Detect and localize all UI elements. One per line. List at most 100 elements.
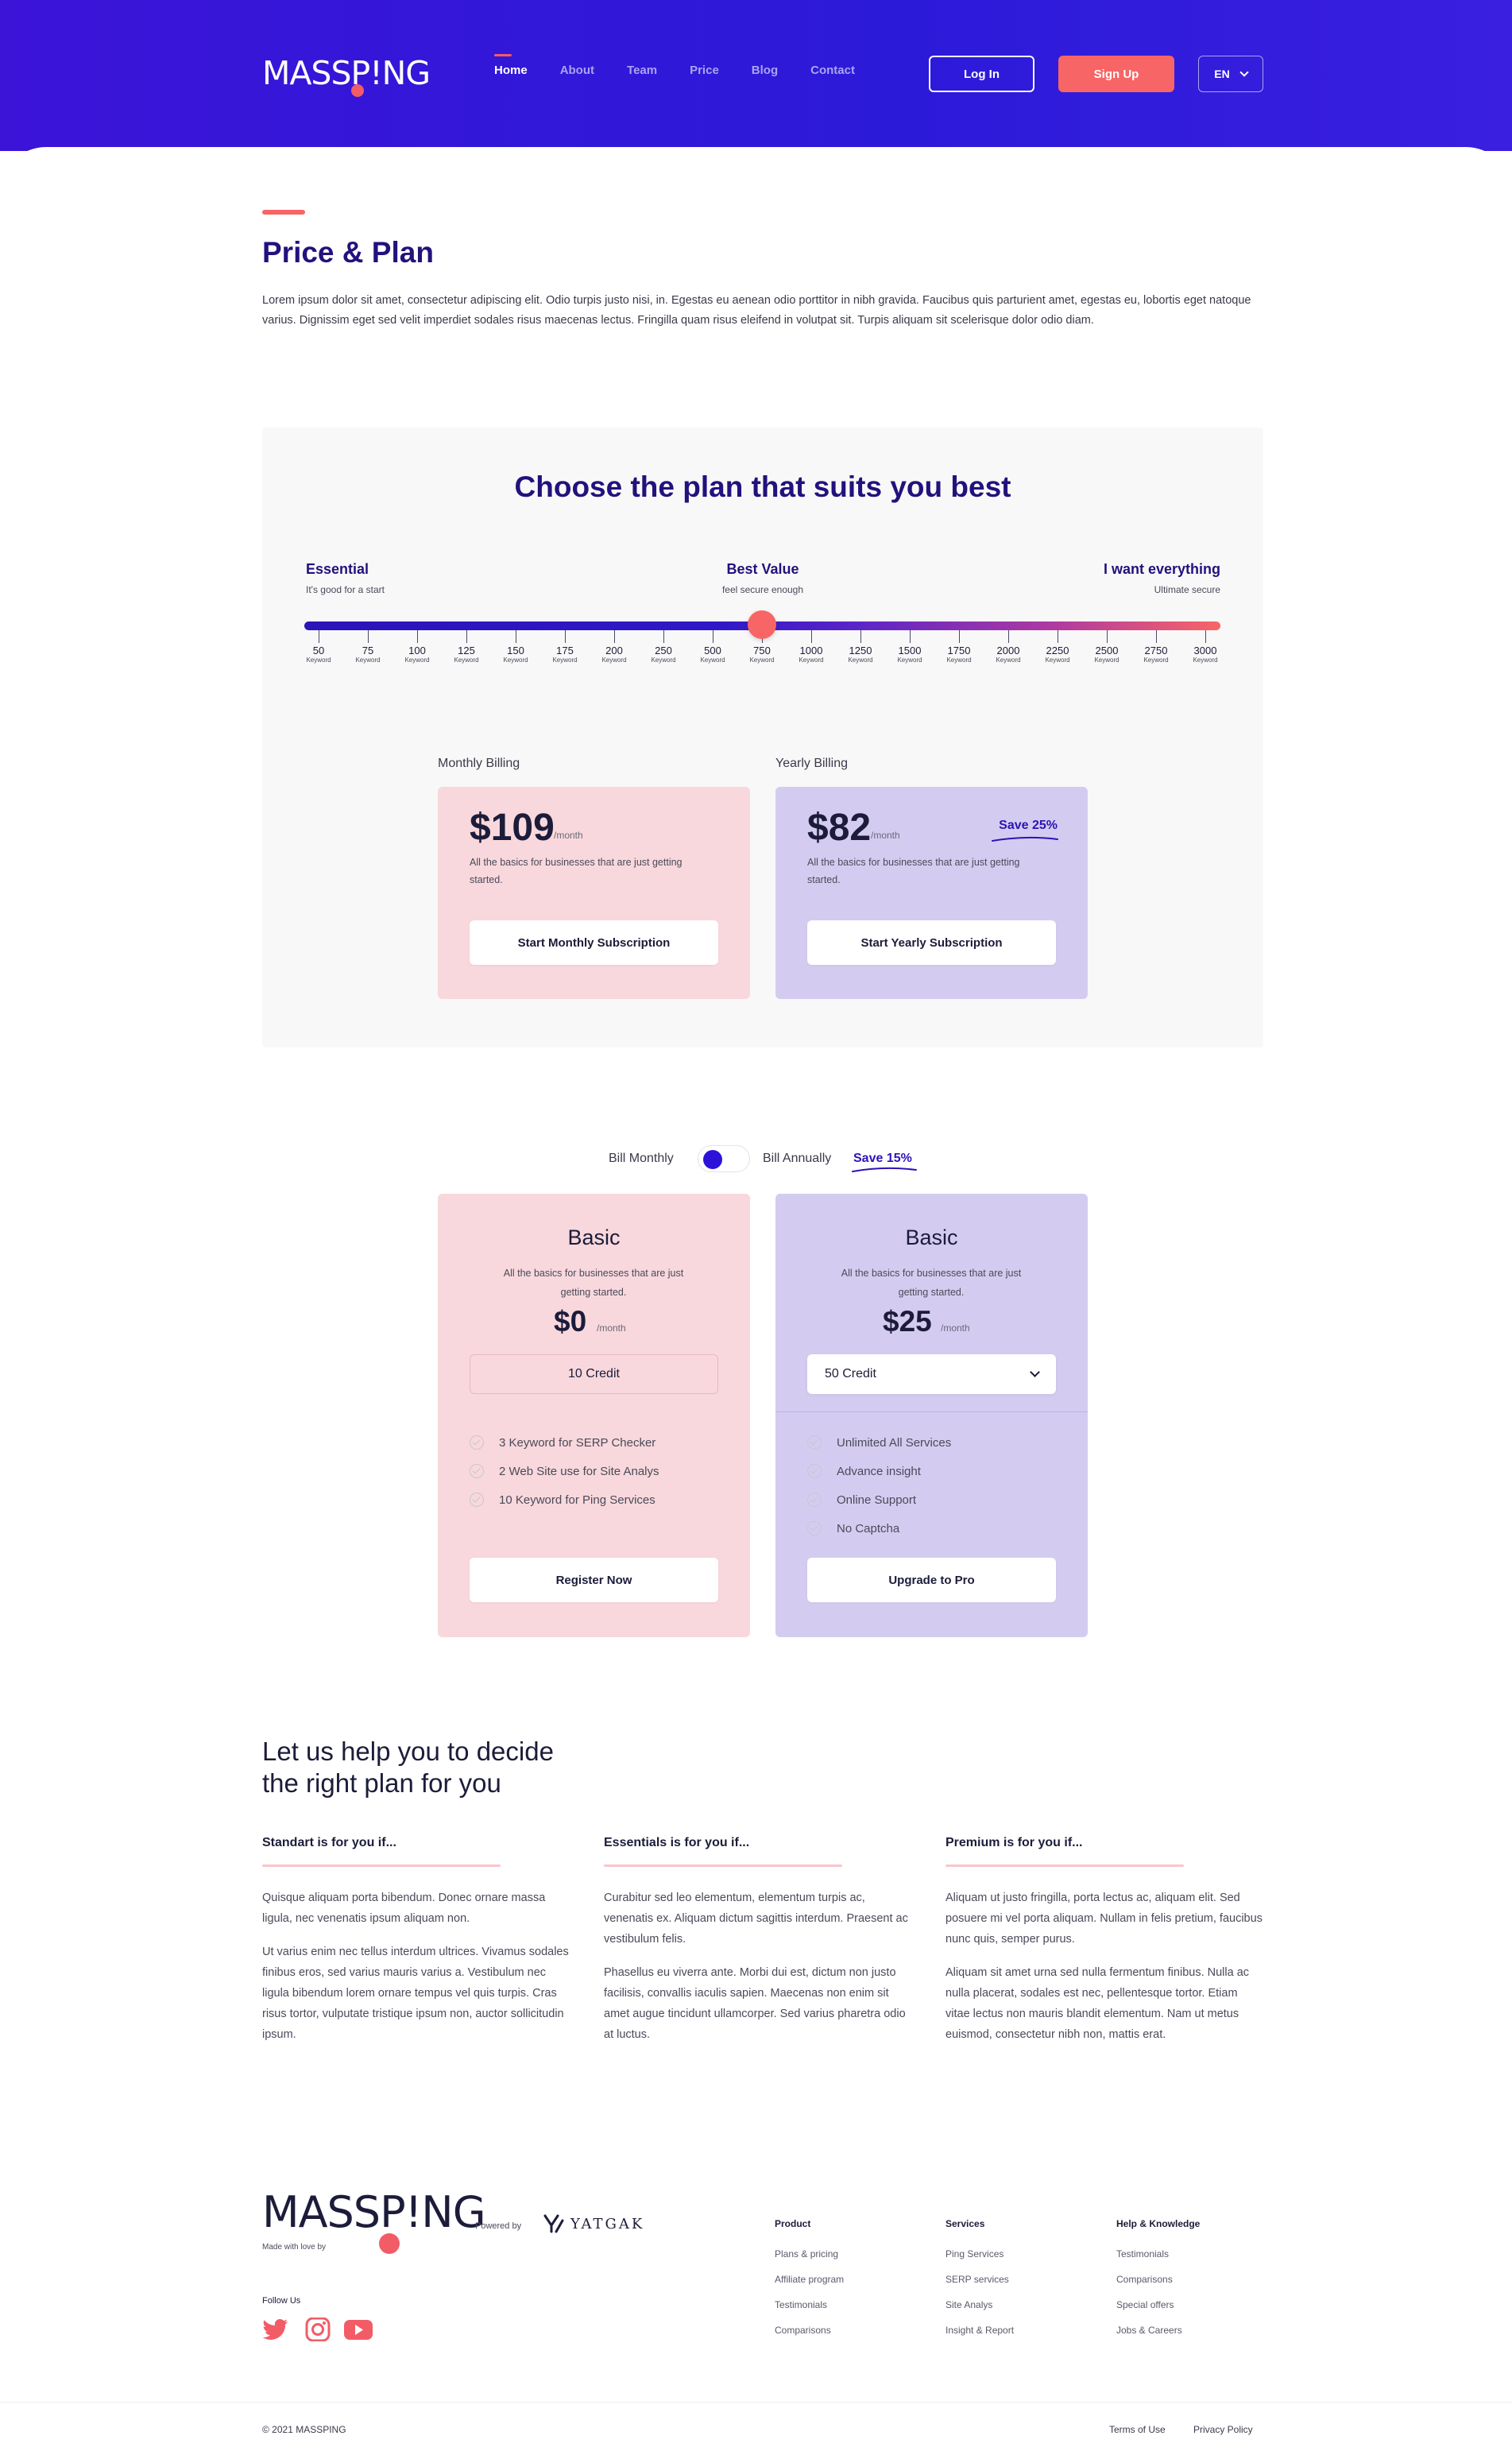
language-select[interactable]: EN xyxy=(1198,56,1263,92)
nav-contact[interactable]: Contact xyxy=(810,64,855,77)
nav-team[interactable]: Team xyxy=(627,64,657,77)
keyword-slider-handle[interactable] xyxy=(748,610,776,639)
card-description: All the basics for businesses that are j… xyxy=(470,857,683,885)
help-paragraph: Quisque aliquam porta bibendum. Donec or… xyxy=(262,1892,546,1925)
partner-name: YATGAK xyxy=(570,2215,645,2232)
footer-link[interactable]: Plans & pricing xyxy=(775,2248,844,2259)
feature-label: Online Support xyxy=(837,1493,917,1507)
tick-mark xyxy=(663,630,664,643)
billing-toggle-row: Bill Monthly Bill Annually Save 15% xyxy=(0,1145,1512,1172)
footer-link[interactable]: SERP services xyxy=(945,2274,1014,2285)
youtube-icon[interactable] xyxy=(343,2318,373,2341)
feature-item: Unlimited All Services xyxy=(807,1435,951,1450)
help-title-line: the right plan for you xyxy=(262,1768,501,1798)
save-underline-icon xyxy=(992,836,1058,842)
start-monthly-button[interactable]: Start Monthly Subscription xyxy=(470,920,718,965)
check-circle-icon xyxy=(807,1435,822,1450)
help-column-underline xyxy=(945,1864,1184,1867)
plan-period: /month xyxy=(597,1322,626,1334)
tick-unit: Keyword xyxy=(897,656,922,664)
card-description: All the basics for businesses that are j… xyxy=(807,857,1020,885)
monthly-billing-card: $109 /month All the basics for businesse… xyxy=(438,787,750,999)
brand-logo[interactable]: MASSP!NG xyxy=(262,49,431,97)
footer-link[interactable]: Jobs & Careers xyxy=(1116,2325,1200,2336)
footer-link[interactable]: Affiliate program xyxy=(775,2274,844,2285)
footer-link[interactable]: Testimonials xyxy=(775,2299,844,2310)
tick-unit: Keyword xyxy=(355,656,381,664)
help-column-underline xyxy=(604,1864,842,1867)
login-button[interactable]: Log In xyxy=(929,56,1034,92)
feature-label: Unlimited All Services xyxy=(837,1435,952,1450)
twitter-icon[interactable] xyxy=(262,2318,289,2341)
slider-tick: 175 Keyword xyxy=(541,630,589,664)
billing-toggle[interactable] xyxy=(698,1145,750,1172)
feature-item: No Captcha xyxy=(807,1521,899,1535)
slider-tick: 500 Keyword xyxy=(689,630,737,664)
tier-essential: Essential It's good for a start xyxy=(306,561,385,595)
tick-value: 750 xyxy=(753,645,771,656)
help-paragraph: Aliquam sit amet urna sed nulla fermentu… xyxy=(945,1966,1250,2041)
footer-logo[interactable]: MASSP!NG xyxy=(262,2187,486,2237)
tick-value: 1500 xyxy=(898,645,922,656)
tier-name: I want everything xyxy=(1103,561,1220,577)
plan-name: Basic xyxy=(905,1226,958,1249)
nav-blog[interactable]: Blog xyxy=(752,64,778,77)
slider-tick: 75 Keyword xyxy=(344,630,392,664)
tier-name: Essential xyxy=(306,561,369,577)
slider-tick: 250 Keyword xyxy=(640,630,687,664)
start-yearly-button[interactable]: Start Yearly Subscription xyxy=(807,920,1056,965)
privacy-link[interactable]: Privacy Policy xyxy=(1193,2424,1253,2435)
footer-column-heading: Product xyxy=(775,2218,811,2229)
check-circle-icon xyxy=(470,1435,484,1450)
check-circle-icon xyxy=(807,1521,822,1535)
plan-card-free: Basic All the basics for businesses that… xyxy=(438,1194,750,1637)
upgrade-pro-button[interactable]: Upgrade to Pro xyxy=(807,1558,1056,1602)
yearly-billing-card: $82 /month Save 25% All the basics for b… xyxy=(775,787,1088,999)
footer-link[interactable]: Ping Services xyxy=(945,2248,1014,2259)
tick-unit: Keyword xyxy=(1143,656,1169,664)
register-now-button[interactable]: Register Now xyxy=(470,1558,718,1602)
plan-price: $25 xyxy=(883,1305,932,1338)
tier-name: Best Value xyxy=(726,561,799,577)
tick-value: 200 xyxy=(605,645,623,656)
main-nav: Home About Team Price Blog Contact xyxy=(494,54,887,77)
footer-link[interactable]: Comparisons xyxy=(775,2325,844,2336)
terms-link[interactable]: Terms of Use xyxy=(1109,2424,1166,2435)
tier-everything: I want everything Ultimate secure xyxy=(1104,561,1220,595)
tick-mark xyxy=(613,630,615,643)
credit-select[interactable]: 50 Credit xyxy=(807,1354,1056,1394)
help-column-essentials: Essentials is for you if... Curabitur se… xyxy=(604,1836,914,2045)
bill-annually-label: Bill Annually xyxy=(763,1152,832,1165)
page-title: Price & Plan xyxy=(262,236,434,269)
save-badge: Save 25% xyxy=(999,819,1058,832)
partner-logo[interactable]: YATGAK xyxy=(543,2214,644,2233)
tick-unit: Keyword xyxy=(306,656,331,664)
tick-unit: Keyword xyxy=(503,656,528,664)
footer-logo-text: MASSP!NG xyxy=(262,2187,486,2237)
plan-card-pro: Basic All the basics for businesses that… xyxy=(775,1194,1088,1637)
nav-about[interactable]: About xyxy=(560,64,594,77)
footer-link[interactable]: Site Analys xyxy=(945,2299,1014,2310)
feature-item: Advance insight xyxy=(807,1464,921,1478)
footer-link[interactable]: Comparisons xyxy=(1116,2274,1200,2285)
nav-home[interactable]: Home xyxy=(494,54,528,77)
footer-link[interactable]: Special offers xyxy=(1116,2299,1200,2310)
tick-mark xyxy=(909,630,911,643)
tick-unit: Keyword xyxy=(749,656,775,664)
tick-unit: Keyword xyxy=(552,656,578,664)
toggle-knob xyxy=(703,1150,722,1169)
tick-value: 125 xyxy=(458,645,475,656)
help-title-line: Let us help you to decide xyxy=(262,1737,554,1766)
tick-unit: Keyword xyxy=(946,656,972,664)
chevron-down-icon xyxy=(1030,1367,1040,1377)
slider-tick: 1750 Keyword xyxy=(935,630,983,664)
instagram-icon[interactable] xyxy=(304,2318,331,2341)
footer-link[interactable]: Insight & Report xyxy=(945,2325,1014,2336)
nav-price[interactable]: Price xyxy=(690,64,719,77)
footer-link[interactable]: Testimonials xyxy=(1116,2248,1200,2259)
plan-period: /month xyxy=(941,1322,970,1334)
tick-value: 2500 xyxy=(1095,645,1119,656)
save-underline-icon xyxy=(852,1167,917,1172)
signup-button[interactable]: Sign Up xyxy=(1058,56,1174,92)
tick-mark xyxy=(466,630,467,643)
